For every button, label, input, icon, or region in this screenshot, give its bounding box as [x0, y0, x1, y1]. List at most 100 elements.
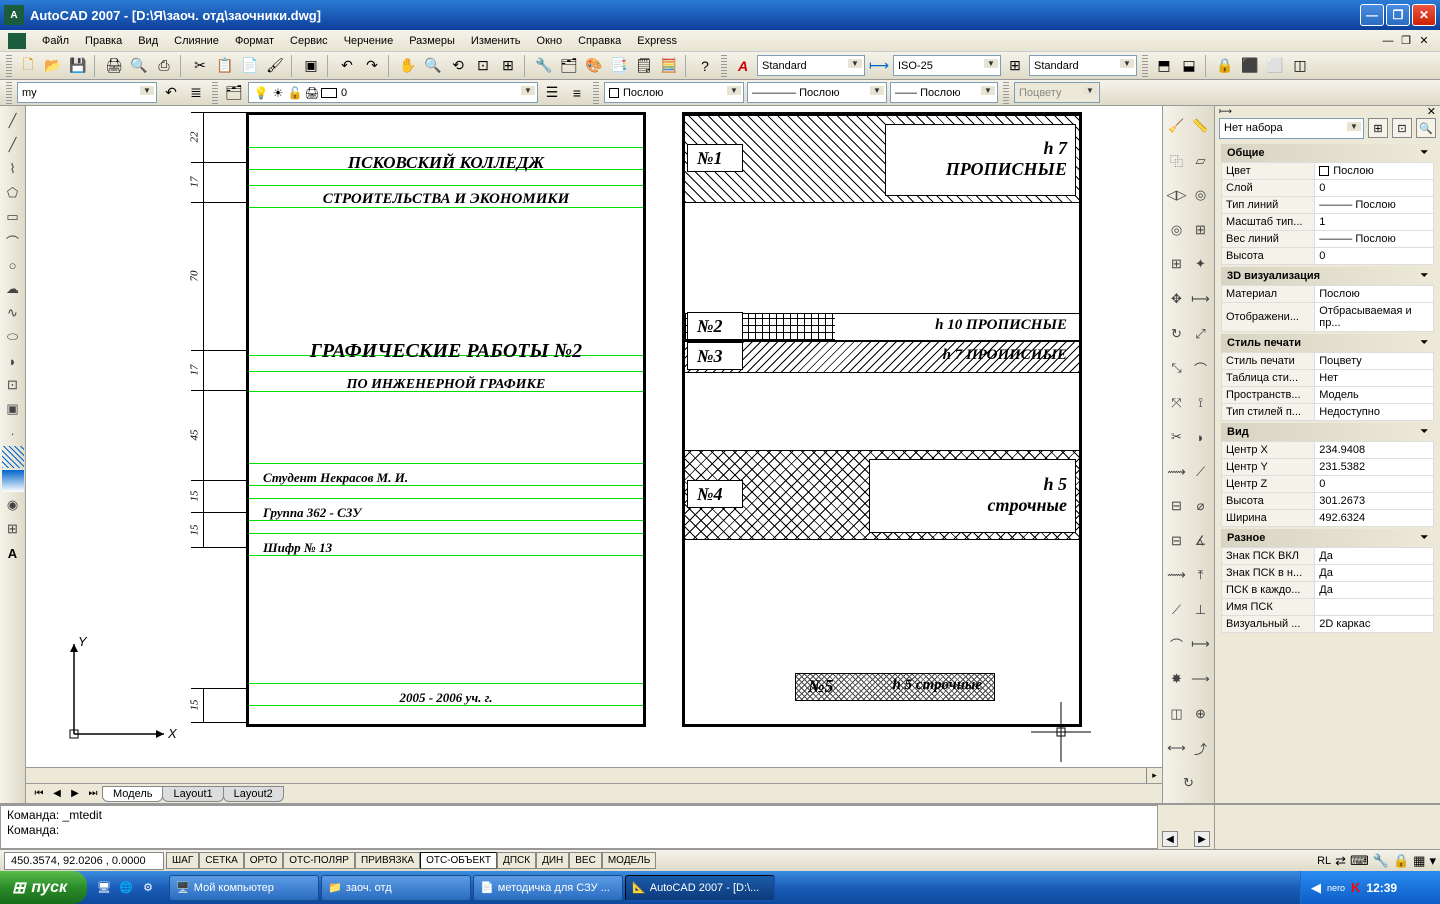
- prop-value[interactable]: Нет: [1315, 370, 1434, 387]
- menu-вид[interactable]: Вид: [130, 33, 166, 49]
- menu-формат[interactable]: Формат: [227, 33, 282, 49]
- mtext-button[interactable]: A: [2, 542, 24, 564]
- prop-value[interactable]: [1315, 599, 1434, 616]
- gradient-button[interactable]: [2, 470, 24, 492]
- dim-align-button[interactable]: ⤢: [1190, 323, 1212, 345]
- layer-props-button[interactable]: 🗂: [223, 82, 245, 104]
- tool-palette-button[interactable]: 🎨: [583, 55, 605, 77]
- redo-button[interactable]: ↷: [361, 55, 383, 77]
- dim-rad-button[interactable]: ◗: [1190, 426, 1212, 448]
- app-menu-icon[interactable]: [8, 33, 26, 49]
- cmd-scroll-right-button[interactable]: ▶: [1194, 831, 1210, 847]
- layer-prev-button[interactable]: ↶: [160, 82, 182, 104]
- tab-layout1[interactable]: Layout1: [162, 786, 223, 802]
- prop-value[interactable]: Послою: [1315, 286, 1434, 303]
- prop-value[interactable]: 301.2673: [1315, 493, 1434, 510]
- mirror-button[interactable]: ◁▷: [1166, 184, 1188, 206]
- circle-button[interactable]: ○: [2, 254, 24, 276]
- tray-av-icon[interactable]: K: [1351, 880, 1360, 895]
- tray-annotation-icon[interactable]: ▦: [1413, 853, 1425, 869]
- dim-ord-button[interactable]: ⟟: [1190, 392, 1212, 414]
- drawing-text[interactable]: Группа 362 - СЗУ: [249, 505, 643, 521]
- explode-button[interactable]: ✸: [1166, 668, 1188, 690]
- prop-value[interactable]: ——— Послою: [1315, 231, 1434, 248]
- props-button[interactable]: 🔧: [533, 55, 555, 77]
- tab-layout2[interactable]: Layout2: [223, 786, 284, 802]
- toolbar-grip[interactable]: [721, 55, 727, 77]
- prop-group-title[interactable]: 3D визуализация: [1221, 267, 1434, 285]
- status-привязка[interactable]: ПРИВЯЗКА: [355, 852, 420, 869]
- text-style-button[interactable]: A: [732, 55, 754, 77]
- prop-value[interactable]: Да: [1315, 565, 1434, 582]
- calc-button[interactable]: 🧮: [658, 55, 680, 77]
- dim-style-button[interactable]: ⟼: [868, 55, 890, 77]
- rotate-button[interactable]: ↻: [1166, 323, 1188, 345]
- copy-obj-button[interactable]: ⿻: [1166, 150, 1188, 172]
- stretch-button[interactable]: ⤧: [1166, 392, 1188, 414]
- new-button[interactable]: 🗋: [17, 55, 39, 77]
- status-орто[interactable]: ОРТО: [244, 852, 283, 869]
- task-item[interactable]: 📁заоч. отд: [321, 875, 471, 901]
- prop-group-title[interactable]: Общие: [1221, 144, 1434, 162]
- drawing-text[interactable]: ПО ИНЖЕНЕРНОЙ ГРАФИКЕ: [249, 377, 643, 393]
- menu-express[interactable]: Express: [629, 33, 685, 49]
- toolbar-grip[interactable]: [6, 82, 12, 104]
- clock[interactable]: 12:39: [1366, 881, 1397, 895]
- drawing-text[interactable]: СТРОИТЕЛЬСТВА И ЭКОНОМИКИ: [249, 191, 643, 208]
- block-button[interactable]: ▣: [300, 55, 322, 77]
- dim-base-button[interactable]: ⊥: [1190, 599, 1212, 621]
- status-дин[interactable]: ДИН: [536, 852, 569, 869]
- sheet-set-button[interactable]: 📑: [608, 55, 630, 77]
- trim-button[interactable]: ✂: [1166, 426, 1188, 448]
- erase-button[interactable]: 🧹: [1166, 115, 1188, 137]
- prop-value[interactable]: Да: [1315, 582, 1434, 599]
- list-button[interactable]: ⊞: [1190, 219, 1212, 241]
- paste-button[interactable]: 📄: [239, 55, 261, 77]
- toggle-pick-button[interactable]: 🔍: [1416, 118, 1436, 138]
- prop-value[interactable]: 492.6324: [1315, 510, 1434, 527]
- preview-button[interactable]: 🔍: [128, 55, 150, 77]
- start-button[interactable]: ⊞пуск: [0, 871, 87, 904]
- xline-button[interactable]: ╱: [2, 134, 24, 156]
- dim-ang-button[interactable]: ∡: [1190, 530, 1212, 552]
- menu-файл[interactable]: Файл: [34, 33, 77, 49]
- ws2-button[interactable]: ⬓: [1178, 55, 1200, 77]
- ellipse-arc-button[interactable]: ◗: [2, 350, 24, 372]
- drawing-text[interactable]: Шифр № 13: [249, 540, 643, 556]
- tray-menu-button[interactable]: ▾: [1429, 853, 1436, 869]
- prop-value[interactable]: 234.9408: [1315, 442, 1434, 459]
- status-вес[interactable]: ВЕС: [569, 852, 602, 869]
- tray-lock-icon[interactable]: 🔒: [1393, 853, 1409, 869]
- match-button[interactable]: 🖌: [264, 55, 286, 77]
- dim-lin-button[interactable]: ⟼: [1190, 288, 1212, 310]
- layer-state-select[interactable]: 💡☀🔓🖨 0: [248, 82, 538, 103]
- drawing-text[interactable]: Студент Некрасов М. И.: [249, 470, 643, 486]
- prop-value[interactable]: Модель: [1315, 387, 1434, 404]
- print-button[interactable]: 🖨: [103, 55, 125, 77]
- join-button[interactable]: ⟿: [1166, 564, 1188, 586]
- prop-value[interactable]: Поцвету: [1315, 353, 1434, 370]
- markup-button[interactable]: 🗒: [633, 55, 655, 77]
- coords-display[interactable]: 450.3574, 92.0206 , 0.0000: [4, 852, 164, 870]
- layer-button[interactable]: ≣: [185, 82, 207, 104]
- leader-button[interactable]: ⟶: [1190, 668, 1212, 690]
- ws3-button[interactable]: ⬛: [1239, 55, 1261, 77]
- break-button[interactable]: ⊟: [1166, 495, 1188, 517]
- cut-button[interactable]: ✂: [189, 55, 211, 77]
- spline-button[interactable]: ∿: [2, 302, 24, 324]
- dimedit-button[interactable]: ⟷: [1166, 737, 1188, 759]
- ws5-button[interactable]: ◫: [1289, 55, 1311, 77]
- prop-value[interactable]: 2D каркас: [1315, 616, 1434, 633]
- tab-first-button[interactable]: ⏮: [30, 788, 48, 799]
- mdi-restore-icon[interactable]: ❐: [1398, 33, 1414, 49]
- status-lang[interactable]: RL: [1317, 855, 1331, 867]
- qdim-button[interactable]: ⤒: [1190, 564, 1212, 586]
- status-дпск[interactable]: ДПСК: [497, 852, 536, 869]
- tray-nero-icon[interactable]: nero: [1327, 883, 1345, 893]
- status-отс-объект[interactable]: ОТС-ОБЪЕКТ: [420, 852, 497, 869]
- status-отс-поляр[interactable]: ОТС-ПОЛЯР: [283, 852, 355, 869]
- tray-tool-icon[interactable]: 🔧: [1373, 853, 1389, 869]
- status-шаг[interactable]: ШАГ: [166, 852, 199, 869]
- menu-правка[interactable]: Правка: [77, 33, 130, 49]
- toolbar-grip[interactable]: [6, 55, 12, 77]
